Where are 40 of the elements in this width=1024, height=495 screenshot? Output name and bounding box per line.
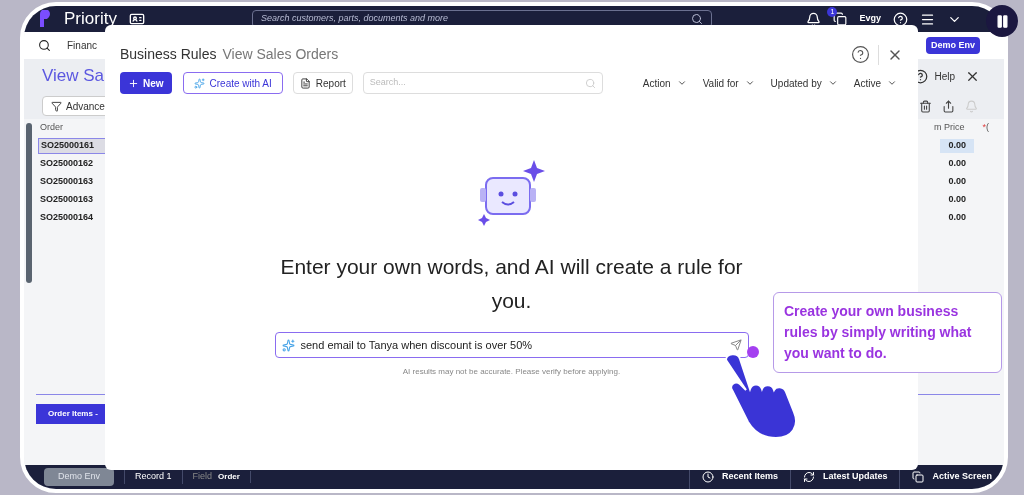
ai-heading: Enter your own words, and AI will create a rule for you.	[279, 254, 744, 314]
filter-dropdown[interactable]: Valid for	[702, 75, 755, 91]
filter-dropdown[interactable]: Active	[853, 75, 897, 91]
order-cell[interactable]: SO25000163	[40, 175, 94, 189]
filter-dropdown[interactable]: Updated by	[770, 75, 838, 91]
price-cell-text: 0.00	[947, 211, 967, 225]
order-cell[interactable]: SO25000164	[40, 211, 94, 225]
order-cell[interactable]: SO25000163	[40, 193, 94, 207]
global-search-field[interactable]: Search customers, parts, documents and more	[260, 12, 691, 26]
price-cell: 0.00	[940, 139, 974, 153]
dialog-title: Business Rules	[120, 45, 217, 64]
column-header: Order	[40, 121, 63, 135]
page-title: View Sa	[42, 65, 105, 88]
required-marker: *	[982, 121, 986, 135]
user-name[interactable]: Evgy	[859, 12, 881, 26]
disclaimer-text: AI results may not be accurate. Please verify before applying.	[402, 366, 621, 378]
report-button[interactable]: Report	[292, 72, 353, 94]
dialog-subtitle: View Sales Orders	[222, 45, 339, 64]
create-with-ai-button[interactable]: Create with AI	[182, 72, 283, 94]
search-field[interactable]: Search...	[369, 76, 585, 90]
price-cell-text: 0.00	[947, 193, 967, 207]
price-cell-text: 0.00	[947, 157, 967, 171]
env-badge: Demo Env	[926, 36, 980, 55]
column-header: (	[986, 121, 990, 135]
prompt-field[interactable]: send email to Tanya when discount is over 50%	[300, 336, 724, 354]
search-box[interactable]: Search...	[362, 72, 603, 94]
order-items-tab[interactable]: Order Items -	[36, 404, 108, 424]
price-cell-text: 0.00	[947, 175, 967, 189]
order-cell[interactable]: SO25000162	[40, 157, 94, 171]
help-link[interactable]: Help	[934, 68, 955, 84]
field-value: Order	[218, 471, 251, 483]
field-label: Field	[192, 470, 213, 484]
filter-dropdown[interactable]: Action	[642, 75, 687, 91]
column-header: m Price	[933, 121, 965, 135]
prompt-box[interactable]: send email to Tanya when discount is over 50%	[274, 332, 749, 358]
logo-text: Priority	[64, 8, 117, 31]
menu-item[interactable]: Financ	[67, 38, 97, 53]
env-badge: Demo Env	[44, 468, 115, 486]
callout-text: Create your own business rules by simply writing what you want to do.	[784, 302, 973, 363]
new-button[interactable]: New	[120, 72, 172, 94]
